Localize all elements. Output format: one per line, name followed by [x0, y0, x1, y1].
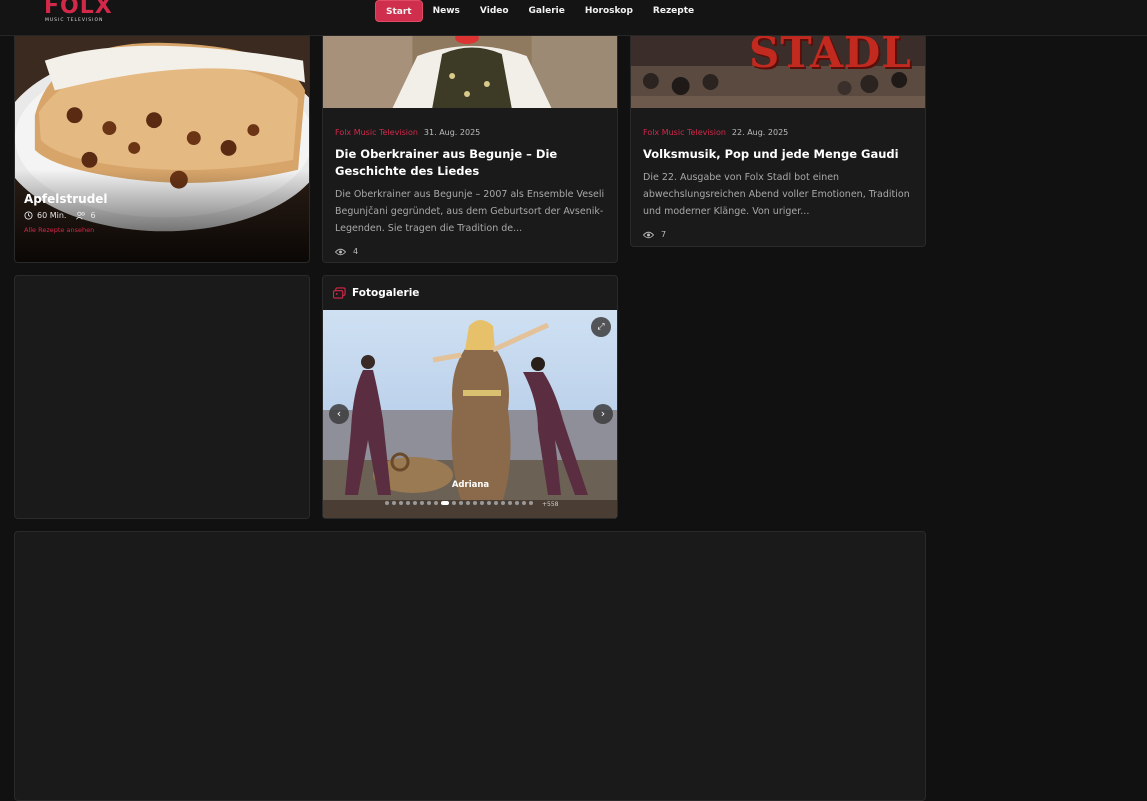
pagination-dot[interactable] — [522, 501, 526, 505]
article-date: 31. Aug. 2025 — [423, 128, 481, 137]
pagination-dot[interactable] — [466, 501, 470, 505]
eye-icon — [643, 231, 654, 238]
recipe-servings: 6 — [90, 211, 96, 220]
oberkrainer-image — [323, 36, 617, 108]
photo-caption: Adriana — [451, 480, 490, 490]
view-count: 4 — [353, 247, 359, 256]
article-excerpt: Die 22. Ausgabe von Folx Stadl bot einen… — [643, 172, 910, 217]
people-icon — [76, 211, 86, 220]
article-title[interactable]: Volksmusik, Pop und jede Menge Gaudi — [643, 146, 913, 163]
next-photo-button[interactable]: › — [593, 404, 613, 424]
pagination-dot[interactable] — [494, 501, 498, 505]
pagination-dot[interactable] — [515, 501, 519, 505]
logo-mark: FOLX — [44, 0, 113, 19]
more-photos-count: +558 — [542, 501, 559, 508]
chevron-left-icon: ‹ — [336, 407, 342, 420]
nav-video[interactable]: Video — [470, 6, 519, 16]
empty-card — [14, 275, 310, 519]
pagination-dot[interactable] — [406, 501, 410, 505]
prev-photo-button[interactable]: ‹ — [329, 404, 349, 424]
recipe-time: 60 Min. — [37, 211, 67, 220]
recipe-meta: 60 Min. 6 — [24, 211, 96, 220]
article-meta: Folx Music Television 31. Aug. 2025 — [335, 120, 605, 139]
pagination-dot[interactable] — [385, 501, 389, 505]
all-recipes-link[interactable]: Alle Rezepte ansehen — [24, 226, 94, 234]
article-date: 22. Aug. 2025 — [731, 128, 789, 137]
recipe-title: Apfelstrudel — [24, 192, 108, 206]
gallery-card: Fotogalerie ⤢ ‹ › Adriana +558 — [322, 275, 618, 519]
nav-rezepte[interactable]: Rezepte — [643, 6, 704, 16]
article-title[interactable]: Die Oberkrainer aus Begunje – Die Geschi… — [335, 146, 605, 180]
empty-card-large — [14, 531, 926, 801]
pagination-dot[interactable] — [480, 501, 484, 505]
expand-icon: ⤢ — [597, 322, 605, 332]
article-body: Folx Music Television 31. Aug. 2025 Die O… — [335, 120, 605, 256]
pagination-dot[interactable] — [399, 501, 403, 505]
nav-news[interactable]: News — [423, 6, 470, 16]
logo-subtitle: MUSIC TELEVISION — [45, 18, 104, 23]
article-card[interactable]: STADL Folx Music Television 22. Aug. 2025… — [630, 36, 926, 247]
pagination-dot[interactable] — [501, 501, 505, 505]
pagination-dot[interactable] — [413, 501, 417, 505]
pagination-dot[interactable] — [452, 501, 456, 505]
recipe-card[interactable]: Apfelstrudel 60 Min. 6 Alle Rezepte anse… — [14, 20, 310, 263]
nav-horoskop[interactable]: Horoskop — [575, 6, 643, 16]
gallery-header: Fotogalerie — [323, 276, 617, 310]
folx-logo[interactable]: FOLX MUSIC TELEVISION — [44, 0, 114, 28]
article-source[interactable]: Folx Music Television — [643, 128, 726, 137]
nav-start[interactable]: Start — [375, 0, 423, 22]
pagination-dot[interactable] — [420, 501, 424, 505]
article-views: 7 — [643, 230, 913, 239]
article-meta: Folx Music Television 22. Aug. 2025 — [643, 120, 913, 139]
pagination-dot[interactable] — [473, 501, 477, 505]
pagination-dot[interactable] — [508, 501, 512, 505]
clock-icon — [24, 211, 33, 220]
pagination-dot[interactable] — [487, 501, 491, 505]
pagination-dot[interactable] — [392, 501, 396, 505]
chevron-right-icon: › — [600, 407, 606, 420]
eye-icon — [335, 248, 346, 255]
article-excerpt: Die Oberkrainer aus Begunje – 2007 als E… — [335, 189, 605, 234]
gallery-title: Fotogalerie — [352, 287, 420, 299]
top-navigation-bar: FOLX MUSIC TELEVISION Start News Video G… — [0, 0, 1147, 36]
article-body: Folx Music Television 22. Aug. 2025 Volks… — [643, 120, 913, 239]
pagination-dot[interactable] — [459, 501, 463, 505]
nav-galerie[interactable]: Galerie — [519, 6, 575, 16]
photo-pagination — [385, 501, 533, 505]
pagination-dot[interactable] — [427, 501, 431, 505]
image-stadl-text: STADL — [749, 36, 912, 77]
view-count: 7 — [661, 230, 667, 239]
main-nav: Start News Video Galerie Horoskop Rezept… — [375, 0, 704, 22]
expand-button[interactable]: ⤢ — [591, 317, 611, 337]
article-source[interactable]: Folx Music Television — [335, 128, 418, 137]
pagination-dot[interactable] — [434, 501, 438, 505]
pagination-dot[interactable] — [529, 501, 533, 505]
article-card[interactable]: Folx Music Television 31. Aug. 2025 Die O… — [322, 36, 618, 263]
pagination-dot-active[interactable] — [441, 501, 449, 505]
gallery-icon — [333, 287, 346, 299]
gallery-photo[interactable]: ⤢ ‹ › Adriana +558 — [323, 310, 617, 518]
article-views: 4 — [335, 247, 605, 256]
